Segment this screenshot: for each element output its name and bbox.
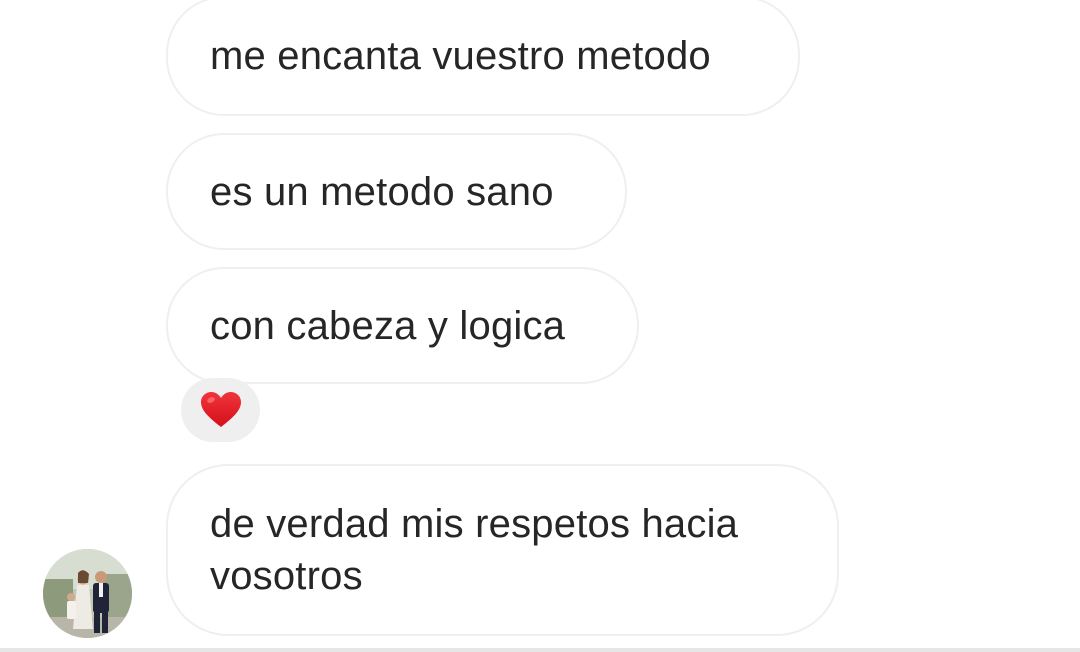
- message-bubble[interactable]: me encanta vuestro metodo: [166, 0, 800, 116]
- message-bubble[interactable]: es un metodo sano: [166, 133, 627, 250]
- message-text: con cabeza y logica: [210, 303, 566, 348]
- divider: [0, 648, 1080, 652]
- red-heart-icon: [200, 392, 241, 427]
- message-bubble[interactable]: con cabeza y logica: [166, 267, 639, 384]
- message-text: de verdad mis respetos hacia vosotros: [210, 502, 739, 598]
- message-reaction[interactable]: [181, 378, 260, 442]
- profile-photo: [43, 549, 132, 638]
- message-text: me encanta vuestro metodo: [210, 34, 711, 78]
- chat-thread: me encanta vuestro metodo es un metodo s…: [0, 0, 1080, 652]
- message-bubble[interactable]: de verdad mis respetos hacia vosotros: [166, 464, 839, 636]
- sender-avatar[interactable]: [43, 549, 132, 638]
- message-text: es un metodo sano: [210, 169, 554, 214]
